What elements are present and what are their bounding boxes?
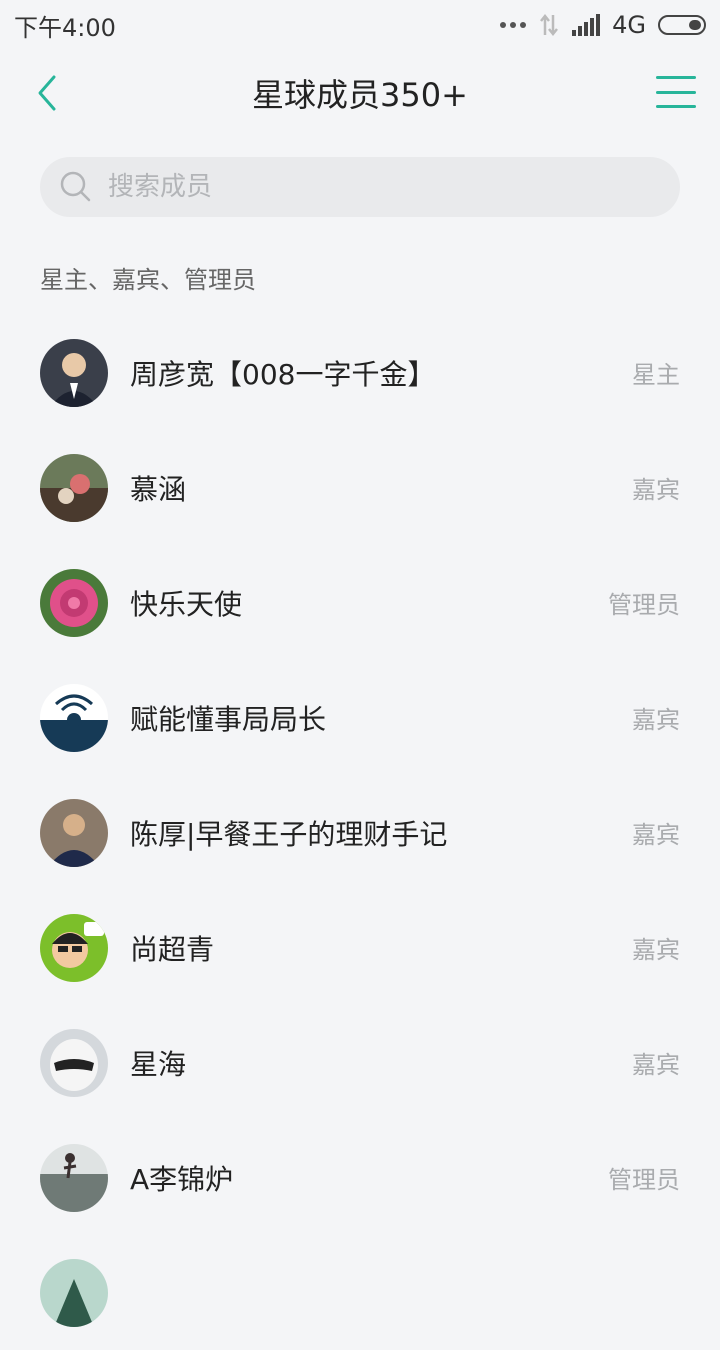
avatar — [40, 798, 108, 867]
member-row[interactable]: A李锦炉 管理员 — [0, 1120, 720, 1235]
member-role: 管理员 — [608, 591, 680, 619]
avatar — [40, 1258, 108, 1327]
search-icon — [60, 171, 91, 202]
member-row[interactable]: 赋能懂事局局长 嘉宾 — [0, 660, 720, 775]
member-role: 嘉宾 — [632, 706, 680, 734]
member-role: 嘉宾 — [632, 476, 680, 504]
member-role: 管理员 — [608, 1166, 680, 1194]
member-name: 尚超青 — [130, 932, 215, 966]
network-type: 4G — [612, 11, 646, 39]
member-role: 嘉宾 — [632, 821, 680, 849]
section-label: 星主、嘉宾、管理员 — [40, 266, 256, 294]
member-name: 陈厚|早餐王子的理财手记 — [130, 817, 448, 851]
signal-icon — [572, 14, 601, 36]
avatar — [40, 453, 108, 522]
hamburger-menu-icon[interactable] — [656, 72, 696, 112]
member-name: 快乐天使 — [130, 587, 243, 621]
member-row[interactable] — [0, 1235, 720, 1350]
data-arrows-icon — [538, 13, 560, 37]
member-role: 嘉宾 — [632, 1051, 680, 1079]
member-row[interactable]: 尚超青 嘉宾 — [0, 890, 720, 1005]
search-input[interactable] — [106, 171, 630, 203]
avatar — [40, 1143, 108, 1212]
member-name: 周彦宽【008一字千金】 — [130, 357, 436, 391]
status-icons: 4G — [500, 11, 706, 39]
more-dots-icon — [500, 22, 527, 28]
member-name: A李锦炉 — [130, 1162, 234, 1196]
member-row[interactable]: 星海 嘉宾 — [0, 1005, 720, 1120]
avatar — [40, 913, 108, 982]
member-name: 慕涵 — [130, 472, 187, 506]
member-row[interactable]: 陈厚|早餐王子的理财手记 嘉宾 — [0, 775, 720, 890]
avatar — [40, 338, 108, 407]
page-title: 星球成员350+ — [252, 76, 468, 114]
member-row[interactable]: 快乐天使 管理员 — [0, 545, 720, 660]
avatar — [40, 683, 108, 752]
status-bar: 下午4:00 4G — [0, 0, 720, 50]
member-name: 赋能懂事局局长 — [130, 702, 327, 736]
member-name: 星海 — [130, 1047, 187, 1081]
status-time: 下午4:00 — [14, 13, 116, 42]
member-list: 周彦宽【008一字千金】 星主 慕涵 嘉宾 快乐天使 管理员 赋能懂事局局长 嘉… — [0, 315, 720, 1350]
nav-bar: 星球成员350+ — [0, 50, 720, 140]
member-row[interactable]: 周彦宽【008一字千金】 星主 — [0, 315, 720, 430]
member-role: 嘉宾 — [632, 936, 680, 964]
avatar — [40, 1028, 108, 1097]
member-role: 星主 — [632, 361, 680, 389]
search-bar[interactable] — [40, 157, 680, 217]
member-row[interactable]: 慕涵 嘉宾 — [0, 430, 720, 545]
battery-icon — [658, 15, 706, 35]
avatar — [40, 568, 108, 637]
